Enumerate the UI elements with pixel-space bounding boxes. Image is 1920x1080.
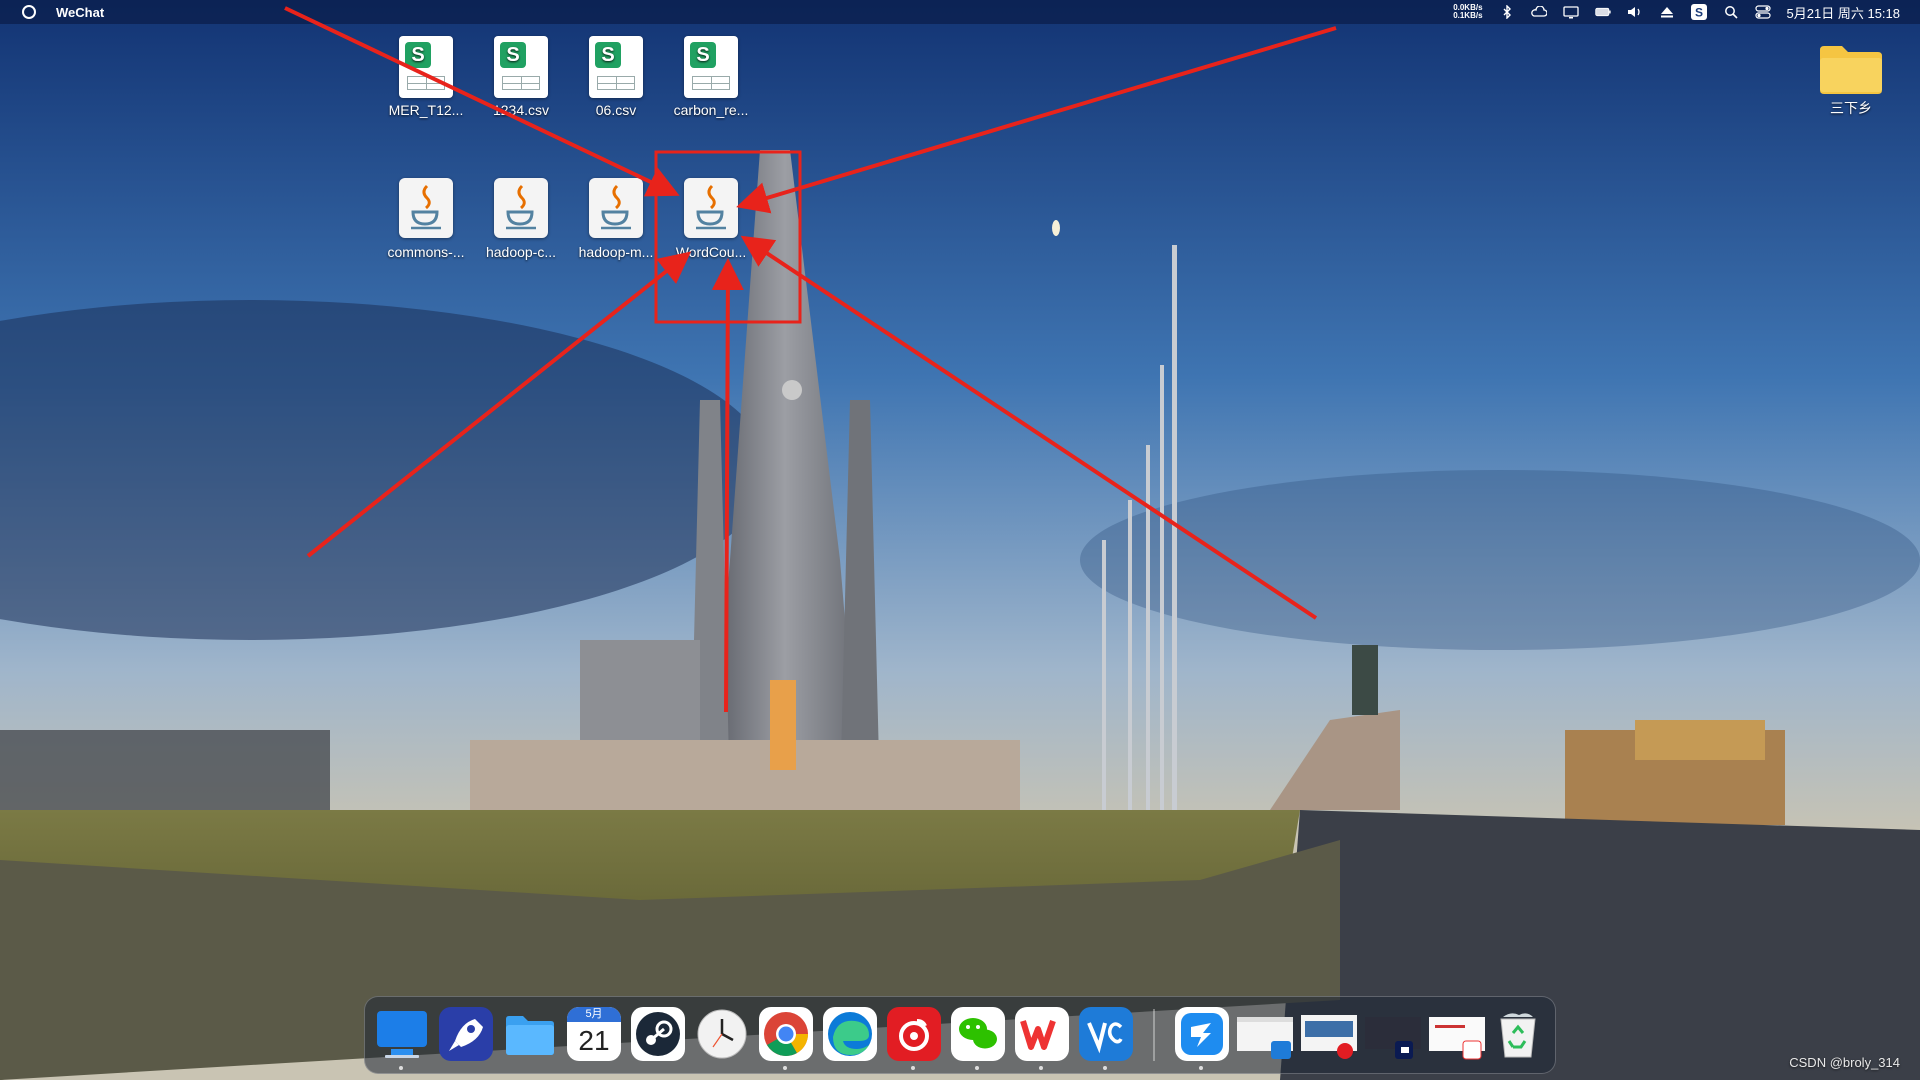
spreadsheet-icon: S: [399, 36, 453, 98]
desktop-file-spreadsheet[interactable]: S carbon_re...: [661, 36, 761, 118]
window-thumbnail-icon: [1301, 1015, 1357, 1059]
desktop-icon-label: WordCou...: [675, 244, 747, 260]
dock-recycle-bin[interactable]: [1491, 1007, 1545, 1061]
dock-finder[interactable]: [375, 1007, 429, 1070]
java-archive-icon: [589, 178, 643, 238]
volume-icon[interactable]: [1627, 5, 1643, 19]
dock-edge[interactable]: [823, 1007, 877, 1061]
desktop-icon-label: commons-...: [387, 244, 465, 260]
desktop-file-jar[interactable]: hadoop-c...: [471, 178, 571, 260]
vscode-icon: [1087, 1022, 1123, 1054]
calendar-month: 5月: [567, 1007, 621, 1022]
dingtalk-icon: [1181, 1013, 1223, 1055]
edge-icon: [828, 1012, 872, 1056]
clock-icon: [697, 1009, 747, 1059]
desktop-folder[interactable]: 三下乡: [1801, 36, 1901, 118]
network-speed: 0.0KB/s 0.1KB/s: [1453, 4, 1482, 20]
active-app-name[interactable]: WeChat: [56, 5, 104, 20]
desktop-icon-label: hadoop-c...: [485, 244, 557, 260]
window-thumbnail-icon: [1237, 1017, 1293, 1059]
status-area: 0.0KB/s 0.1KB/s S 5月21日 周六 15:18: [1453, 0, 1900, 24]
system-menu-icon[interactable]: [22, 5, 36, 19]
desktop-file-spreadsheet[interactable]: S 1234.csv: [471, 36, 571, 118]
desktop-file-jar-wordcount[interactable]: WordCou...: [661, 178, 761, 260]
bluetooth-icon[interactable]: [1499, 5, 1515, 19]
dock-calendar[interactable]: 5月 21: [567, 1007, 621, 1061]
steam-icon: [636, 1012, 680, 1056]
menu-bar: WeChat 0.0KB/s 0.1KB/s S 5月21日 周六 15:18: [0, 0, 1920, 24]
desktop-icon-label: MER_T12...: [388, 102, 464, 118]
desktop-file-jar[interactable]: hadoop-m...: [566, 178, 666, 260]
dock-vscode[interactable]: [1079, 1007, 1133, 1070]
dock-window-preview[interactable]: [1299, 1007, 1359, 1061]
folder-icon: [506, 1016, 554, 1055]
desktop-icon-label: carbon_re...: [673, 102, 749, 118]
recycle-bin-icon: [1500, 1013, 1536, 1058]
watermark: CSDN @broly_314: [1789, 1055, 1900, 1070]
svg-text:S: S: [1695, 6, 1703, 20]
spreadsheet-icon: S: [589, 36, 643, 98]
dock-chrome[interactable]: [759, 1007, 813, 1070]
desktop-icon-label: 1234.csv: [492, 102, 550, 118]
dock-separator: [1153, 1009, 1155, 1061]
desktop-icon-label: hadoop-m...: [578, 244, 654, 260]
window-thumbnail-icon: [1365, 1017, 1421, 1059]
dock: 5月 21: [364, 996, 1556, 1074]
dock-dingtalk[interactable]: [1175, 1007, 1229, 1070]
dock-wechat[interactable]: [951, 1007, 1005, 1070]
dock-steam[interactable]: [631, 1007, 685, 1061]
rocket-icon: [449, 1019, 483, 1051]
desktop-wallpaper: [0, 0, 1920, 1080]
eject-icon[interactable]: [1659, 5, 1675, 19]
sogou-input-icon[interactable]: S: [1690, 4, 1707, 20]
control-center-icon[interactable]: [1754, 5, 1771, 19]
desktop-file-jar[interactable]: commons-...: [376, 178, 476, 260]
battery-icon[interactable]: [1594, 5, 1611, 19]
desktop-file-spreadsheet[interactable]: S MER_T12...: [376, 36, 476, 118]
net-up-speed: 0.1KB/s: [1453, 11, 1483, 20]
wechat-icon: [959, 1018, 997, 1049]
folder-icon: [1818, 44, 1884, 94]
desktop-icon-label: 三下乡: [1830, 100, 1872, 116]
calendar-day: 21: [578, 1025, 610, 1056]
spreadsheet-icon: S: [494, 36, 548, 98]
desktop-file-spreadsheet[interactable]: S 06.csv: [566, 36, 666, 118]
dock-launchpad[interactable]: [439, 1007, 493, 1061]
desktop-icon-label: 06.csv: [595, 102, 637, 118]
finder-icon: [377, 1011, 427, 1058]
java-archive-icon: [684, 178, 738, 238]
dock-netease-music[interactable]: [887, 1007, 941, 1070]
chrome-icon: [764, 1012, 808, 1056]
java-archive-icon: [399, 178, 453, 238]
cloud-icon[interactable]: [1530, 5, 1547, 19]
dock-window-preview[interactable]: [1235, 1007, 1295, 1061]
dock-wps[interactable]: [1015, 1007, 1069, 1070]
dock-window-preview[interactable]: [1427, 1007, 1487, 1061]
spreadsheet-icon: S: [684, 36, 738, 98]
dock-files[interactable]: [503, 1007, 557, 1061]
display-icon[interactable]: [1562, 5, 1579, 19]
window-thumbnail-icon: [1429, 1017, 1485, 1060]
search-icon[interactable]: [1723, 5, 1739, 19]
wps-icon: [1020, 1020, 1056, 1050]
dock-clock[interactable]: [695, 1007, 749, 1061]
java-archive-icon: [494, 178, 548, 238]
dock-window-preview[interactable]: [1363, 1007, 1423, 1061]
menubar-clock[interactable]: 5月21日 周六 15:18: [1787, 3, 1900, 22]
music-icon: [899, 1019, 929, 1051]
